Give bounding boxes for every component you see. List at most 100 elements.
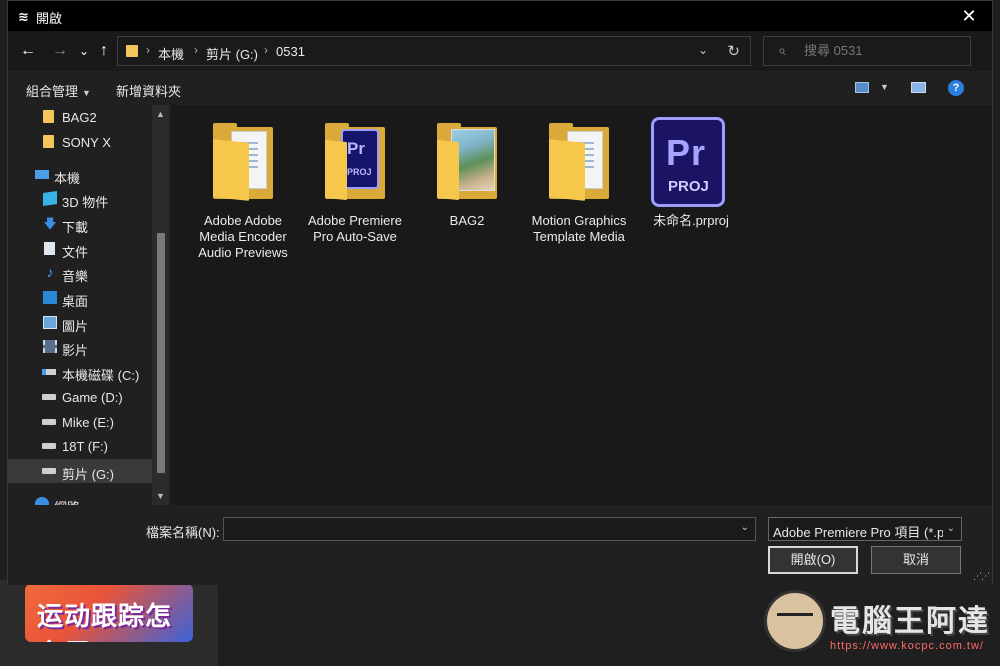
open-button[interactable]: 開啟(O) (768, 546, 858, 574)
sidebar-item-3d-objects[interactable]: 3D 物件 (8, 187, 152, 211)
navigation-pane: BAG2 SONY X 本機 3D 物件 🡇 下載 文件 ♪ 音樂 桌面 圖片 … (8, 105, 170, 505)
refresh-icon[interactable]: ↻ (727, 42, 740, 60)
sidebar-item-label: 本機 (54, 171, 81, 186)
sidebar-item-sony-x[interactable]: SONY X (8, 130, 152, 154)
resize-grip-icon[interactable]: ⋰⋰ (973, 571, 990, 582)
organize-menu[interactable]: 組合管理 ▼ (26, 81, 91, 100)
sidebar-item-label: 桌面 (62, 294, 89, 309)
navigation-bar: ← → ⌄ ↑ › 本機 › 剪片 (G:) › 0531 ⌄ ↻ ⌕ (8, 31, 992, 71)
pictures-icon (43, 316, 57, 329)
watermark-text: 電腦王阿達 (830, 604, 990, 639)
file-item[interactable]: Pr PROJ Adobe Premiere Pro Auto-Save (301, 117, 409, 267)
sidebar-item-drive-e[interactable]: Mike (E:) (8, 410, 152, 434)
sidebar-item-bag2[interactable]: BAG2 (8, 105, 152, 129)
drive-icon (42, 468, 56, 474)
caret-down-icon[interactable]: ▼ (880, 82, 889, 92)
help-icon[interactable]: ? (948, 80, 964, 96)
sidebar-item-label: 下載 (62, 220, 89, 235)
filename-label: 檔案名稱(N): (146, 525, 220, 540)
file-type-select[interactable]: Adobe Premiere Pro 項目 (*.prproj) ⌄ (768, 517, 962, 541)
sidebar-scrollbar[interactable]: ▲ ▼ (152, 105, 169, 505)
sidebar-item-label: 影片 (62, 343, 89, 358)
chevron-down-icon[interactable]: ⌄ (741, 522, 749, 533)
file-item[interactable]: Adobe Adobe Media Encoder Audio Previews (189, 117, 297, 267)
drive-icon (42, 419, 56, 425)
filename-input[interactable]: ⌄ (223, 517, 756, 541)
watermark-url: https://www.kocpc.com.tw/ (830, 640, 984, 652)
breadcrumb-separator: › (264, 43, 268, 57)
back-button[interactable]: ← (18, 41, 38, 61)
search-icon: ⌕ (778, 42, 786, 58)
breadcrumb-separator: › (194, 43, 198, 57)
drive-icon (42, 443, 56, 449)
file-name: 未命名.prproj (653, 213, 729, 228)
file-name: Adobe Adobe Media Encoder Audio Previews (198, 213, 288, 260)
address-dropdown-icon[interactable]: ⌄ (698, 43, 708, 57)
sidebar-item-label: Game (D:) (62, 390, 123, 405)
forward-button[interactable]: → (50, 41, 70, 61)
download-icon: 🡇 (43, 216, 57, 231)
breadcrumb-item-drive-g[interactable]: 剪片 (G:) (206, 44, 258, 63)
sidebar-item-label: 網路 (54, 497, 80, 505)
mascot-face-icon (764, 590, 826, 652)
sidebar-item-network[interactable]: 網路 (8, 492, 152, 505)
sidebar-item-pictures[interactable]: 圖片 (8, 311, 152, 335)
file-list-view: Adobe Adobe Media Encoder Audio Previews… (171, 105, 992, 505)
sidebar-item-desktop[interactable]: 桌面 (8, 286, 152, 310)
sidebar-item-downloads[interactable]: 🡇 下載 (8, 212, 152, 236)
sidebar-item-drive-g[interactable]: 剪片 (G:) (8, 459, 152, 483)
organize-label: 組合管理 (26, 84, 79, 99)
sidebar-item-label: BAG2 (62, 110, 97, 125)
videos-icon (43, 340, 57, 353)
up-button[interactable]: ↑ (94, 41, 114, 61)
file-name: BAG2 (449, 213, 485, 228)
command-toolbar: 組合管理 ▼ 新增資料夾 ▼ ? (8, 71, 992, 105)
recent-locations-button[interactable]: ⌄ (74, 41, 94, 61)
sidebar-item-videos[interactable]: 影片 (8, 335, 152, 359)
folder-icon (209, 117, 277, 207)
file-type-value: Adobe Premiere Pro 項目 (*.prproj) (773, 525, 943, 540)
cancel-button[interactable]: 取消 (871, 546, 961, 574)
file-item[interactable]: Motion Graphics Template Media (525, 117, 633, 267)
caret-down-icon: ▼ (82, 88, 91, 98)
file-item[interactable]: BAG2 (413, 117, 521, 267)
drive-c-icon (42, 369, 56, 375)
folder-icon (43, 110, 54, 123)
sidebar-item-drive-f[interactable]: 18T (F:) (8, 434, 152, 458)
premiere-folder-icon: Pr PROJ (321, 117, 389, 207)
breadcrumb-item-this-pc[interactable]: 本機 (158, 44, 184, 63)
sidebar-item-label: 18T (F:) (62, 439, 108, 454)
network-icon (35, 497, 49, 505)
scroll-down-icon[interactable]: ▼ (156, 491, 165, 501)
chevron-down-icon: ⌄ (946, 523, 955, 534)
search-input[interactable] (804, 43, 964, 58)
search-box[interactable]: ⌕ (763, 36, 971, 66)
file-item[interactable]: Pr PROJ 未命名.prproj (637, 117, 745, 267)
file-name: Adobe Premiere Pro Auto-Save (308, 213, 402, 244)
sidebar-item-drive-c[interactable]: 本機磁碟 (C:) (8, 360, 152, 384)
close-button[interactable]: ✕ (954, 4, 984, 28)
sidebar-item-documents[interactable]: 文件 (8, 237, 152, 261)
scrollbar-thumb[interactable] (157, 233, 165, 473)
dialog-title: 開啟 (36, 11, 63, 26)
folder-icon (126, 45, 138, 57)
title-bar: ≋ 開啟 ✕ (8, 1, 992, 31)
cube-icon (43, 191, 57, 206)
desktop-icon (43, 291, 57, 304)
sidebar-item-this-pc[interactable]: 本機 (8, 163, 152, 187)
file-name: Motion Graphics Template Media (531, 213, 627, 244)
address-bar[interactable]: › 本機 › 剪片 (G:) › 0531 ⌄ ↻ (117, 36, 751, 66)
drive-icon (42, 394, 56, 400)
sidebar-item-music[interactable]: ♪ 音樂 (8, 261, 152, 285)
preview-pane-icon[interactable] (911, 82, 926, 93)
view-options-icon[interactable] (855, 82, 869, 93)
capcut-app-icon: ≋ (18, 9, 29, 24)
new-folder-button[interactable]: 新增資料夾 (116, 81, 181, 100)
breadcrumb-separator: › (146, 43, 150, 57)
sidebar-item-drive-d[interactable]: Game (D:) (8, 385, 152, 409)
folder-icon (43, 135, 54, 148)
breadcrumb-item-0531[interactable]: 0531 (276, 44, 305, 59)
sidebar-item-label: Mike (E:) (62, 415, 114, 430)
sidebar-item-label: 音樂 (62, 269, 89, 284)
scroll-up-icon[interactable]: ▲ (156, 109, 165, 119)
